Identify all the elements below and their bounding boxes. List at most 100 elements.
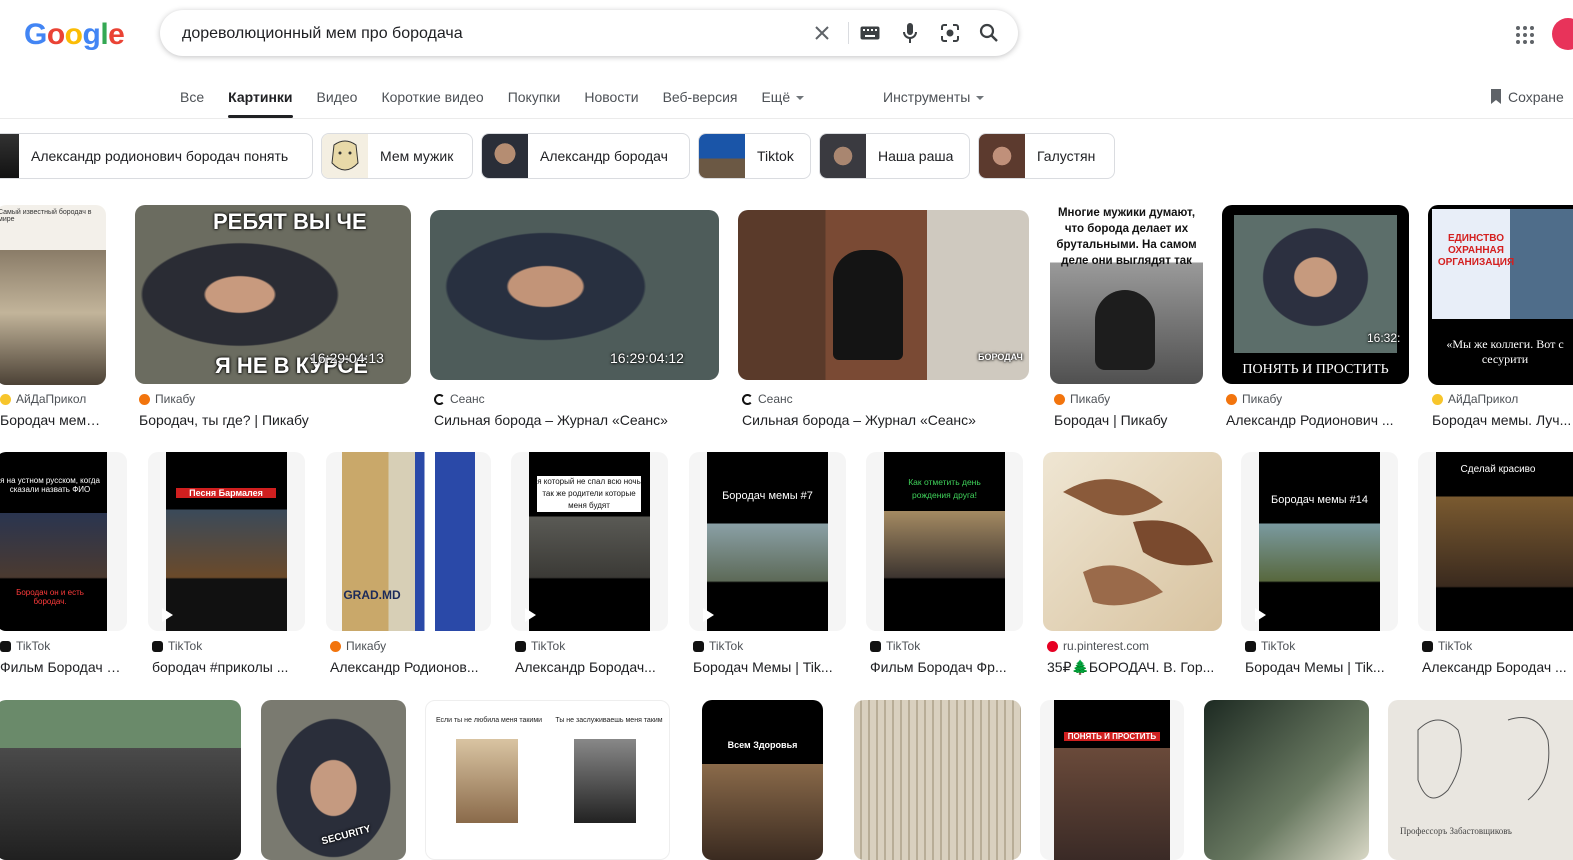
image-result[interactable]: [854, 700, 1022, 860]
video-frame: [1436, 452, 1573, 631]
image-result[interactable]: 16:29:04:12 Сеанс Сильная борода – Журна…: [430, 210, 720, 435]
image-result[interactable]: Как отметить день рождения друга! TikTok…: [866, 452, 1024, 682]
image-result[interactable]: я который не спал всю ночь так же родите…: [511, 452, 669, 682]
header-divider: [0, 118, 1573, 119]
result-thumbnail: РЕБЯТ ВЫ ЧЕ Я НЕ В КУРСЕ 16:29:04:13: [135, 205, 411, 384]
image-result[interactable]: ПОНЯТЬ И ПРОСТИТЬ: [1040, 700, 1185, 860]
image-result[interactable]: Самый известный бородач в мире АйДаПрико…: [0, 205, 110, 435]
video-frame: [166, 452, 287, 631]
thumbnail-caption: Песня Бармалея: [176, 488, 276, 498]
tab-images[interactable]: Картинки: [228, 86, 293, 118]
caret-down-icon: [976, 96, 985, 101]
clear-icon[interactable]: [810, 21, 834, 45]
image-result[interactable]: 16:32: ПОНЯТЬ И ПРОСТИТЬ Пикабу Александ…: [1222, 205, 1412, 435]
image-result[interactable]: РЕБЯТ ВЫ ЧЕ Я НЕ В КУРСЕ 16:29:04:13 Пик…: [135, 205, 413, 435]
result-title[interactable]: Александр Родионов...: [330, 659, 490, 675]
chip-related-4[interactable]: Tiktok: [698, 133, 811, 179]
play-icon: [1255, 608, 1266, 622]
result-thumbnail: Самый известный бородач в мире: [0, 205, 106, 385]
thumbnail-caption: ПОНЯТЬ И ПРОСТИТЬ: [1242, 362, 1389, 377]
result-title[interactable]: Бородач Мемы | Tik...: [1245, 659, 1395, 675]
image-result[interactable]: GRAD.MD Пикабу Александр Родионов...: [326, 452, 492, 682]
result-title[interactable]: Бородач | Пикабу: [1054, 412, 1204, 428]
camera-lens-icon[interactable]: [938, 21, 962, 45]
result-title[interactable]: 35₽🌲БОРОДАЧ. В. Гор...: [1047, 659, 1219, 676]
result-title[interactable]: Сильная борода – Журнал «Сеанс»: [742, 412, 1027, 428]
tab-videos[interactable]: Видео: [317, 86, 358, 118]
result-title[interactable]: Фильм Бородач Фр...: [870, 659, 1020, 675]
image-result[interactable]: Если ты не любила меня такими Ты не засл…: [425, 700, 671, 860]
result-title[interactable]: Александр Бородач...: [515, 659, 665, 675]
result-thumbnail: Бородач мемы #14: [1241, 452, 1398, 631]
chip-related-2[interactable]: Мем мужик: [321, 133, 473, 179]
image-result[interactable]: [0, 700, 242, 860]
result-title[interactable]: Бородач мемы. Луч...: [1432, 412, 1572, 428]
chip-related-1[interactable]: Александр родионович бородач понять: [0, 133, 313, 179]
search-input[interactable]: [180, 21, 804, 47]
image-result[interactable]: БОРОДАЧ Сеанс Сильная борода – Журнал «С…: [738, 210, 1030, 435]
logo-letter: g: [82, 18, 101, 51]
apps-grid-icon[interactable]: [1514, 24, 1536, 46]
image-result[interactable]: SECURITY: [261, 700, 407, 860]
chip-related-6[interactable]: Галустян: [978, 133, 1115, 179]
thumbnail-caption: GRAD.MD: [343, 588, 401, 602]
result-source: АйДаПрикол: [0, 392, 86, 406]
result-title[interactable]: Александр Родионович ...: [1226, 412, 1406, 428]
result-source: Пикабу: [139, 392, 195, 406]
image-result[interactable]: Бородач мемы #14 TikTok Бородач Мемы | T…: [1241, 452, 1399, 682]
result-source-label: Пикабу: [346, 639, 387, 653]
result-title[interactable]: Бородач, ты где? | Пикабу: [139, 412, 409, 428]
thumbnail-caption: ПОНЯТЬ И ПРОСТИТЬ: [1064, 732, 1160, 741]
image-result[interactable]: Песня Бармалея TikTok бородач #приколы .…: [148, 452, 306, 682]
chip-related-3[interactable]: Александр бородач: [481, 133, 690, 179]
account-avatar[interactable]: [1552, 18, 1573, 50]
image-result[interactable]: Бородач мемы #7 TikTok Бородач Мемы | Ti…: [689, 452, 847, 682]
image-result[interactable]: Профессоръ Забастовщиковъ: [1388, 700, 1573, 860]
result-source-label: АйДаПрикол: [16, 392, 87, 406]
image-result[interactable]: Всем Здоровья: [702, 700, 824, 860]
result-thumbnail: [1204, 700, 1369, 860]
play-icon: [525, 608, 536, 622]
thumbnail-caption: Как отметить день рождения друга!: [908, 477, 981, 500]
image-result[interactable]: ЕДИНСТВО ОХРАННАЯ ОРГАНИЗАЦИЯ «Мы же кол…: [1428, 205, 1573, 435]
google-logo[interactable]: Google: [24, 18, 125, 52]
image-result[interactable]: я на устном русском, когда сказали назва…: [0, 452, 128, 682]
image-result[interactable]: ru.pinterest.com 35₽🌲БОРОДАЧ. В. Гор...: [1043, 452, 1223, 682]
image-result[interactable]: Сделай красиво TikTok Александр Бородач …: [1418, 452, 1573, 682]
image-result[interactable]: [1204, 700, 1370, 860]
result-title[interactable]: Александр Бородач ...: [1422, 659, 1572, 675]
thumbnail-caption: Бородач мемы #14: [1271, 494, 1368, 506]
saved-button[interactable]: Сохране: [1490, 86, 1564, 108]
result-thumbnail: Песня Бармалея: [148, 452, 305, 631]
image-result[interactable]: Многие мужики думают, что борода делает …: [1050, 205, 1206, 435]
tab-news[interactable]: Новости: [584, 86, 638, 118]
result-source-label: Пикабу: [1242, 392, 1283, 406]
favicon-icon: [693, 640, 704, 652]
tab-more[interactable]: Ещё: [761, 86, 805, 118]
photo-frame: [342, 452, 475, 631]
result-title[interactable]: Сильная борода – Журнал «Сеанс»: [434, 412, 719, 428]
tab-short-videos[interactable]: Короткие видео: [381, 86, 483, 118]
chip-label: Мем мужик: [380, 148, 454, 164]
result-source: TikTok: [515, 639, 565, 653]
tab-shopping[interactable]: Покупки: [508, 86, 561, 118]
result-title[interactable]: бородач #приколы ...: [152, 659, 302, 675]
thumbnail-caption: «Мы же коллеги. Вот с сесурити: [1446, 337, 1564, 366]
thumbnail-caption: Профессоръ Забастовщиковъ: [1400, 826, 1512, 836]
result-title[interactable]: Фильм Бородач Фр...: [0, 659, 124, 675]
result-title[interactable]: Бородач Мемы | Tik...: [693, 659, 843, 675]
tools-label: Инструменты: [883, 89, 971, 105]
logo-letter: o: [64, 18, 83, 51]
tools-button[interactable]: Инструменты: [883, 86, 985, 108]
chip-related-5[interactable]: Наша раша: [819, 133, 970, 179]
result-title[interactable]: Бородач мемы. Л...: [0, 412, 108, 428]
chip-label: Галустян: [1037, 148, 1096, 164]
keyboard-icon[interactable]: [858, 21, 882, 45]
result-source: ru.pinterest.com: [1047, 639, 1149, 653]
search-icon[interactable]: [977, 21, 1001, 45]
favicon-icon: [1054, 393, 1065, 405]
microphone-icon[interactable]: [898, 21, 922, 45]
tab-all[interactable]: Все: [180, 86, 204, 118]
favicon-icon: [1245, 640, 1256, 652]
tab-web[interactable]: Веб-версия: [663, 86, 738, 118]
